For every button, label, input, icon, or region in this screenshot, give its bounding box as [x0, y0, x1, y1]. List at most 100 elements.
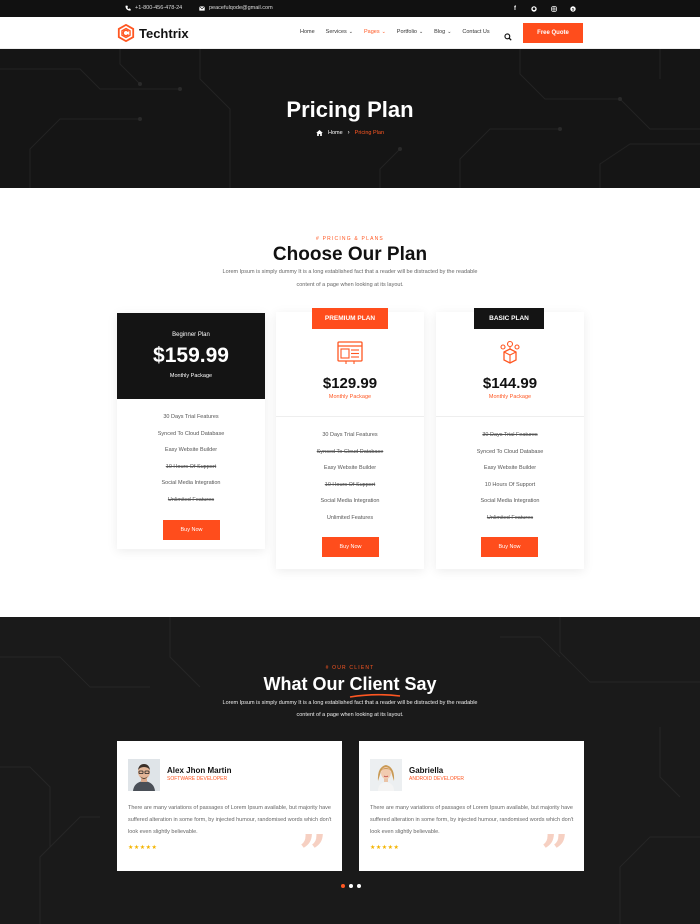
- nav-item-blog[interactable]: Blog ⌄: [434, 29, 451, 35]
- section-description-line2: content of a page when looking at its la…: [296, 712, 404, 718]
- breadcrumb: Home › Pricing Plan: [0, 130, 700, 136]
- feature-item: Social Media Integration: [480, 498, 540, 504]
- pagination-dot[interactable]: [349, 884, 353, 888]
- avatar: [370, 759, 402, 791]
- section-eyebrow: # OUR CLIENT: [325, 665, 375, 671]
- feature-item: Synced To Cloud Database: [157, 430, 225, 437]
- feature-item: 30 Days Trial Features: [163, 414, 219, 420]
- facebook-icon[interactable]: f: [508, 2, 522, 15]
- pricing-card-basic: BASIC PLAN $144.99 Monthly Package 30 Da…: [436, 308, 584, 569]
- testimonial-card: Gabriella ANDROID DEVELOPER There are ma…: [359, 741, 584, 877]
- star-rating: ★★★★★: [370, 845, 400, 851]
- idea-box-icon: [497, 340, 523, 371]
- search-icon[interactable]: [504, 28, 512, 46]
- plan-ribbon: PREMIUM PLAN: [312, 308, 388, 329]
- testimonial-name: Alex Jhon Martin: [167, 766, 232, 775]
- feature-item: Synced To Cloud Database: [476, 448, 544, 455]
- carousel-pagination: [341, 884, 361, 888]
- testimonial-name: Gabriella: [409, 766, 444, 775]
- feature-item: 30 Days Trial Features: [322, 432, 378, 438]
- email-contact[interactable]: peacefulqode@gmail.com: [199, 5, 273, 11]
- pricing-card-header: Beginner Plan $159.99 Monthly Package: [117, 313, 265, 399]
- logo-text: Techtrix: [139, 25, 189, 41]
- feature-item: Synced To Cloud Database: [316, 448, 384, 455]
- feature-list: 30 Days Trial Features Synced To Cloud D…: [117, 409, 265, 508]
- email-address: peacefulqode@gmail.com: [209, 5, 273, 11]
- plan-price: $129.99: [322, 375, 378, 392]
- feature-item: Unlimited Features: [167, 496, 215, 503]
- pricing-card-beginner: Beginner Plan $159.99 Monthly Package 30…: [117, 313, 265, 549]
- pagination-dot[interactable]: [357, 884, 361, 888]
- feature-item: Easy Website Builder: [164, 447, 218, 453]
- website-layout-icon: [337, 341, 363, 370]
- section-eyebrow: # PRICING & PLANS: [316, 236, 384, 242]
- top-bar: +1-800-456-478-24 peacefulqode@gmail.com…: [0, 0, 700, 17]
- plan-price: $144.99: [482, 375, 538, 392]
- skype-icon[interactable]: S: [566, 2, 580, 15]
- breadcrumb-current: Pricing Plan: [354, 130, 385, 136]
- avatar: [128, 759, 160, 791]
- breadcrumb-separator-icon: ›: [347, 130, 350, 136]
- page-hero: Pricing Plan Home › Pricing Plan: [0, 49, 700, 188]
- instagram-icon[interactable]: [547, 2, 561, 15]
- phone-icon: [125, 5, 131, 11]
- chevron-down-icon: ⌄: [348, 29, 353, 35]
- nav-item-home[interactable]: Home: [300, 29, 315, 35]
- feature-list: 30 Days Trial Features Synced To Cloud D…: [436, 427, 584, 526]
- chevron-down-icon: ⌄: [418, 29, 424, 35]
- chevron-down-icon: ⌄: [381, 29, 386, 35]
- plan-name: Beginner Plan: [172, 332, 210, 338]
- feature-item: 10 Hours Of Support: [165, 463, 217, 470]
- circuit-background: [0, 617, 700, 924]
- testimonial-card: Alex Jhon Martin SOFTWARE DEVELOPER Ther…: [117, 741, 342, 877]
- site-logo[interactable]: Techtrix: [117, 24, 189, 42]
- buy-now-button[interactable]: Buy Now: [322, 537, 379, 557]
- buy-now-button[interactable]: Buy Now: [481, 537, 538, 557]
- quote-icon: ”: [299, 825, 327, 881]
- card-divider: [276, 416, 424, 417]
- feature-item: Social Media Integration: [161, 480, 221, 486]
- quote-icon: ”: [541, 825, 569, 881]
- title-highlight: Client: [349, 674, 401, 698]
- feature-item: 10 Hours Of Support: [324, 481, 376, 488]
- feature-item: 30 Days Trial Features: [482, 432, 538, 438]
- testimonials-section: # OUR CLIENT What Our Client Say Lorem I…: [0, 617, 700, 924]
- buy-now-button[interactable]: Buy Now: [163, 520, 220, 540]
- card-divider: [436, 416, 584, 417]
- github-icon[interactable]: [527, 2, 541, 15]
- feature-item: Easy Website Builder: [323, 465, 377, 471]
- nav-item-services[interactable]: Services ⌄: [326, 29, 353, 35]
- feature-item: Easy Website Builder: [483, 465, 537, 471]
- pagination-dot[interactable]: [341, 884, 345, 888]
- section-title: What Our Client Say: [0, 674, 700, 698]
- plan-ribbon: BASIC PLAN: [474, 308, 544, 329]
- chevron-down-icon: ⌄: [447, 29, 452, 35]
- nav-item-portfolio[interactable]: Portfolio ⌄: [397, 29, 423, 35]
- svg-text:S: S: [572, 6, 575, 11]
- plan-price: $159.99: [153, 344, 229, 367]
- plan-period: Monthly Package: [169, 373, 213, 379]
- section-title: Choose Our Plan: [272, 244, 428, 265]
- pricing-section: # PRICING & PLANS Choose Our Plan Lorem …: [0, 188, 700, 617]
- phone-contact[interactable]: +1-800-456-478-24: [125, 5, 182, 11]
- testimonial-role: SOFTWARE DEVELOPER: [167, 776, 228, 782]
- star-rating: ★★★★★: [128, 845, 158, 851]
- feature-item: Unlimited Features: [486, 514, 534, 521]
- plan-period: Monthly Package: [488, 394, 532, 400]
- section-description-line1: Lorem Ipsum is simply dummy It is a long…: [222, 269, 478, 275]
- breadcrumb-home[interactable]: Home: [328, 130, 343, 136]
- feature-item: 10 Hours Of Support: [484, 481, 536, 488]
- feature-item: Social Media Integration: [320, 498, 380, 504]
- feature-list: 30 Days Trial Features Synced To Cloud D…: [276, 427, 424, 526]
- testimonial-role: ANDROID DEVELOPER: [409, 776, 465, 782]
- free-quote-button[interactable]: Free Quote: [523, 23, 583, 43]
- pricing-card-premium: PREMIUM PLAN $129.99 Monthly Package 30 …: [276, 308, 424, 569]
- home-icon: [316, 130, 323, 136]
- main-header: Techtrix Home Services ⌄ Pages ⌄ Portfolio…: [0, 17, 700, 49]
- nav-item-contact[interactable]: Contact Us: [462, 29, 489, 35]
- plan-period: Monthly Package: [328, 394, 372, 400]
- feature-item: Unlimited Features: [326, 514, 374, 521]
- mail-icon: [199, 5, 205, 11]
- phone-number: +1-800-456-478-24: [135, 5, 183, 11]
- nav-item-pages[interactable]: Pages ⌄: [364, 29, 386, 35]
